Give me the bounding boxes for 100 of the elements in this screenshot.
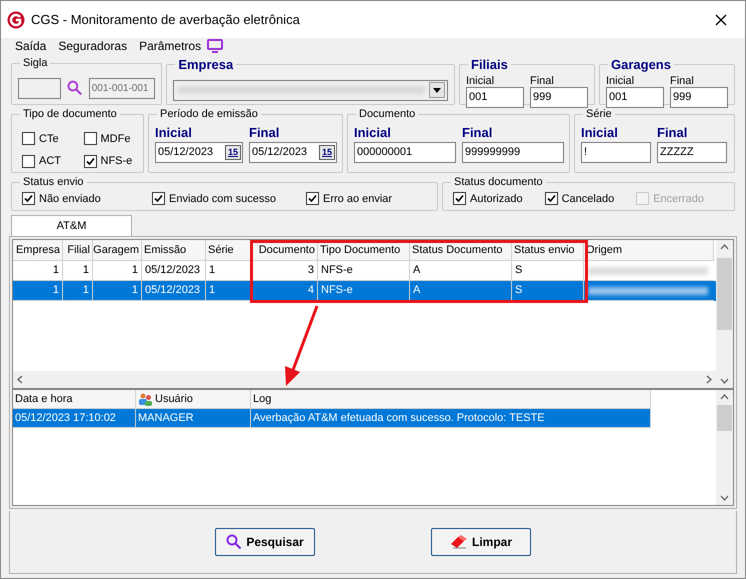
checkbox[interactable] (306, 192, 319, 206)
checkbox-label: Não enviado (39, 192, 101, 206)
field-label: Inicial (606, 74, 636, 86)
company-dropdown[interactable] (173, 80, 448, 100)
checkbox-label: NFS-e (100, 154, 132, 169)
group-title: Garagens (610, 56, 672, 74)
column-header[interactable]: Série (206, 240, 253, 261)
field-label: Final (530, 74, 555, 86)
table-cell: S (512, 281, 584, 301)
scroll-down-icon[interactable] (720, 378, 729, 384)
checkbox[interactable] (453, 192, 466, 206)
column-header[interactable]: Garagem (93, 240, 142, 261)
checkbox-label: Cancelado (562, 192, 614, 206)
checkbox[interactable] (22, 154, 35, 168)
column-header[interactable]: Filial (63, 240, 93, 261)
date-field[interactable]: 05/12/2023 15 (155, 142, 243, 163)
field-label: Final (657, 124, 688, 142)
table-cell: Averbação AT&M efetuada com sucesso. Protocolo: TESTE (251, 409, 651, 428)
table-cell: 1 (13, 281, 63, 301)
group-title: Filiais (470, 56, 509, 74)
date-field[interactable]: 05/12/2023 15 (249, 142, 337, 163)
column-header[interactable]: Emissão (142, 240, 206, 261)
table-cell: A (410, 281, 512, 301)
table-cell: NFS-e (318, 281, 410, 301)
monitor-icon[interactable] (207, 39, 224, 53)
checkbox-label: Enviado com sucesso (169, 192, 276, 206)
checkbox-label: Erro ao enviar (323, 192, 392, 206)
group-title: Empresa (177, 56, 234, 74)
group-title: Documento (358, 107, 416, 122)
table-row[interactable]: 1 1 1 05/12/2023 1 4 NFS-e A S (13, 281, 716, 301)
checkbox-label: ACT (39, 154, 61, 169)
group-title: Status envio (22, 175, 85, 190)
input-field[interactable]: 999999999 (462, 142, 564, 163)
column-header[interactable]: Empresa (13, 240, 63, 261)
window-title: CGS - Monitoramento de averbação eletrônica (31, 10, 301, 29)
field-label: Inicial (155, 124, 193, 142)
table-cell: 1 (206, 281, 253, 301)
close-icon[interactable] (715, 14, 727, 26)
input-field[interactable] (18, 78, 62, 98)
group-title: Sigla (22, 56, 48, 71)
input-field[interactable]: ! (581, 142, 651, 163)
checkbox-label: MDFe (100, 132, 130, 146)
input-field[interactable]: 001 (466, 86, 524, 108)
table-cell: 1 (93, 281, 142, 301)
input-field[interactable]: 999 (530, 86, 588, 108)
group-title: Período de emissão (159, 107, 259, 122)
tab[interactable]: AT&M (11, 215, 132, 236)
field-label: Inicial (354, 124, 392, 142)
checkbox[interactable] (152, 192, 165, 206)
horizontal-scrollbar[interactable] (13, 371, 716, 388)
checkbox[interactable] (84, 132, 96, 146)
group-title: Status documento (453, 175, 544, 190)
vertical-scrollbar[interactable] (716, 390, 733, 505)
scroll-left-icon[interactable] (17, 375, 23, 384)
input-field[interactable]: ZZZZZ (657, 142, 727, 163)
scroll-down-icon[interactable] (720, 495, 729, 501)
field-label: Final (670, 74, 695, 86)
field-label: Final (462, 124, 494, 142)
checkbox-label: Autorizado (470, 192, 523, 206)
column-header[interactable]: Usuário (136, 390, 251, 409)
clear-button[interactable]: Limpar (431, 528, 531, 556)
input-field[interactable]: 001-001-001 (88, 78, 156, 98)
checkbox-label: Encerrado (653, 192, 704, 206)
checkbox-label: CTe (39, 132, 59, 146)
input-field[interactable]: 001 (606, 86, 664, 108)
menu-item[interactable]: Parâmetros (139, 37, 202, 55)
table-cell: 05/12/2023 17:10:02 (13, 409, 136, 428)
search-icon[interactable] (67, 80, 83, 96)
table-cell: MANAGER (136, 409, 251, 428)
scroll-thumb[interactable] (717, 258, 732, 330)
scroll-right-icon[interactable] (706, 375, 712, 384)
search-button[interactable]: Pesquisar (215, 528, 315, 556)
input-field[interactable]: 999 (670, 86, 728, 108)
eraser-icon (450, 535, 468, 549)
table-cell: 1 (63, 281, 93, 301)
field-label: Inicial (466, 74, 496, 86)
menu-item[interactable]: Saída (15, 37, 46, 55)
app-logo-icon (7, 10, 25, 28)
table-cell: 4 (253, 281, 318, 301)
scroll-up-icon[interactable] (720, 394, 729, 400)
input-field[interactable]: 000000001 (354, 142, 456, 163)
column-header[interactable]: Log (251, 390, 651, 409)
table-row[interactable]: 1 1 1 05/12/2023 1 3 NFS-e A S (13, 261, 716, 281)
log-row[interactable]: 05/12/2023 17:10:02 MANAGER Averbação AT&M efetuada com sucesso. Protocolo: TESTE (13, 409, 651, 428)
group-title: Tipo de documento (22, 107, 118, 122)
users-icon (138, 392, 153, 406)
checkbox[interactable] (544, 192, 558, 206)
field-label: Final (249, 124, 280, 142)
scroll-up-icon[interactable] (720, 244, 729, 250)
calendar-button[interactable]: 15 (225, 145, 241, 160)
checkbox[interactable] (22, 192, 35, 206)
vertical-scrollbar[interactable] (716, 240, 733, 388)
group-title: Série (585, 107, 613, 122)
checkbox[interactable] (84, 154, 96, 168)
menu-item[interactable]: Seguradoras (58, 37, 128, 55)
checkbox[interactable] (22, 132, 35, 146)
scroll-thumb[interactable] (717, 404, 732, 430)
calendar-button[interactable]: 15 (319, 145, 335, 160)
search-icon (226, 534, 242, 550)
column-header[interactable]: Data e hora (13, 390, 136, 409)
